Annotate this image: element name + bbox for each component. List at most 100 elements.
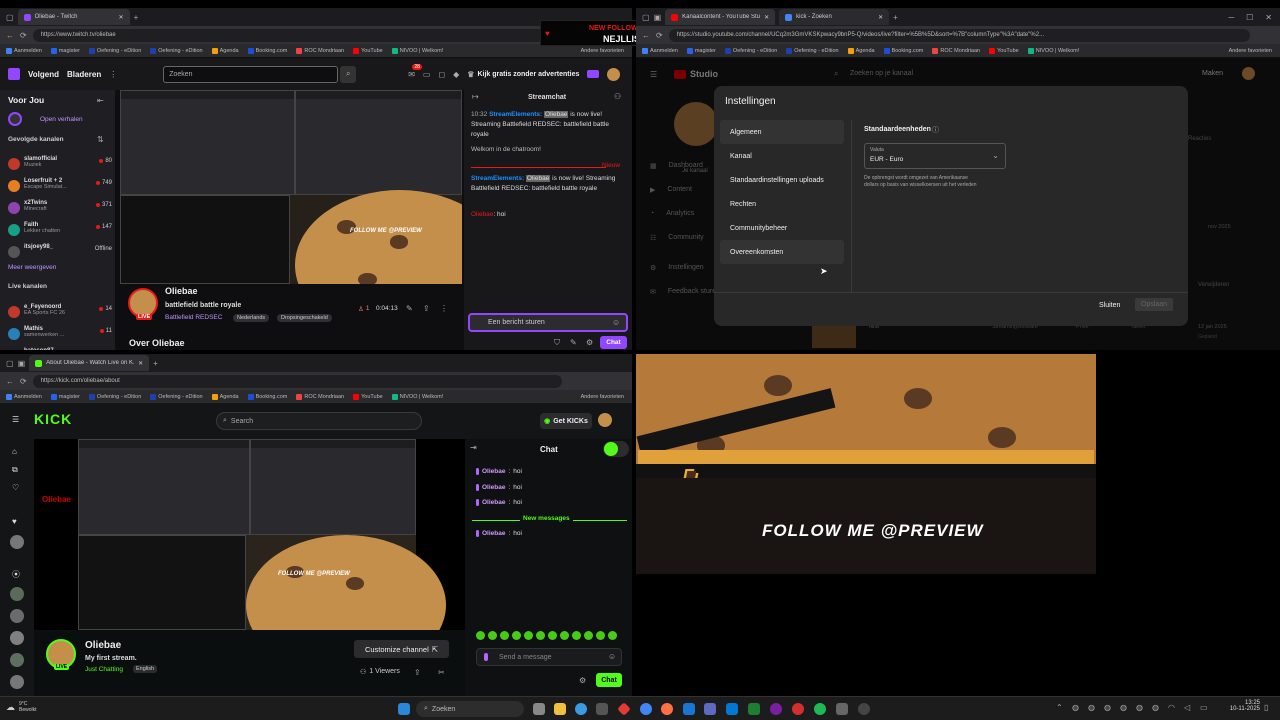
bookmark[interactable]: Agenda — [211, 393, 239, 400]
weather-widget[interactable]: ☁ 9°C Bewolkt — [6, 701, 45, 713]
browse-icon[interactable]: ⧉ — [12, 465, 18, 475]
studio-nav-item[interactable]: ◔ Analytics — [650, 210, 694, 217]
emote-icon[interactable] — [548, 631, 557, 640]
bookmark[interactable]: NIVOO | Welkom! — [1027, 47, 1079, 54]
teams-icon[interactable] — [704, 703, 716, 715]
reload-icon[interactable]: ⟳ — [20, 377, 27, 386]
kick-logo[interactable]: KICK — [34, 411, 72, 427]
emote-icon[interactable] — [488, 631, 497, 640]
chat-user[interactable]: Oliebae — [482, 484, 505, 491]
toggle[interactable] — [603, 441, 629, 457]
bookmark[interactable]: Oefening - eDition — [150, 393, 203, 400]
bookmark[interactable]: YouTube — [989, 47, 1019, 54]
video-player[interactable]: FOLLOW ME @PREVIEW Oliebae — [34, 439, 465, 630]
url-field[interactable]: https://studio.youtube.com/channel/UCq2m… — [668, 28, 1250, 42]
excel-icon[interactable] — [748, 703, 760, 715]
menu-icon[interactable]: ☰ — [650, 70, 657, 79]
emote-icon[interactable] — [584, 631, 593, 640]
new-tab-icon[interactable]: + — [153, 359, 158, 368]
edit-icon[interactable]: ✎ — [406, 304, 413, 313]
close-tab-icon[interactable]: ✕ — [138, 360, 143, 367]
language-tag[interactable]: English — [133, 665, 158, 673]
bits-icon[interactable]: ◆ — [453, 70, 459, 79]
followed-channel[interactable]: Loserfruit + 2 Escape Simulat... 749 — [8, 178, 112, 198]
tray-icon[interactable]: ◍ — [1120, 703, 1127, 712]
avatar[interactable] — [607, 67, 621, 81]
bookmark[interactable]: YouTube — [353, 393, 383, 400]
emote-icon[interactable] — [536, 631, 545, 640]
tab-search[interactable]: kick - Zoeken ✕ — [779, 9, 890, 25]
bookmark[interactable]: Oefening - eDition — [88, 393, 141, 400]
close-tab-icon[interactable]: ✕ — [764, 14, 769, 21]
studio-nav-item[interactable]: ▦ Dashboard — [650, 162, 703, 170]
window-icon[interactable]: ▢ — [642, 13, 650, 22]
wifi-icon[interactable]: ◠ — [1168, 703, 1175, 712]
url-field[interactable]: https://kick.com/oliebae/about — [32, 374, 562, 388]
file-explorer-icon[interactable] — [554, 703, 566, 715]
tray-icon[interactable]: ◍ — [1072, 703, 1079, 712]
emote-icon[interactable] — [596, 631, 605, 640]
tag-chip[interactable]: Dropsingeschakeld — [277, 314, 332, 322]
live-channel[interactable]: e_Feyenoord EA Sports FC 26 14 — [8, 304, 112, 324]
minimize-icon[interactable]: ─ — [1228, 13, 1234, 22]
app-icon[interactable] — [617, 702, 631, 716]
close-tab-icon[interactable]: ✕ — [878, 14, 883, 21]
help-icon[interactable]: ⓘ — [932, 125, 939, 135]
back-icon[interactable]: ← — [642, 31, 650, 40]
get-kicks-button[interactable]: ◉ Get KICKs — [540, 413, 592, 429]
bookmark[interactable]: Booking.com — [247, 47, 287, 54]
app-icon[interactable] — [683, 703, 695, 715]
avatar[interactable] — [10, 653, 24, 667]
tag-chip[interactable]: Nederlands — [233, 314, 270, 322]
reload-icon[interactable]: ⟳ — [20, 31, 27, 40]
back-icon[interactable]: ← — [6, 31, 14, 40]
emote-picker-icon[interactable]: ☺ — [608, 652, 616, 661]
channel-name[interactable]: Oliebae — [85, 640, 121, 651]
search-input[interactable]: Zoeken — [163, 65, 339, 83]
collapse-icon[interactable]: ⇤ — [97, 95, 104, 105]
bookmark[interactable]: NIVOO | Welkom! — [391, 393, 443, 400]
share-icon[interactable]: ⇪ — [423, 304, 430, 313]
bookmark[interactable]: Oefening - eDition — [88, 47, 141, 54]
clip-icon[interactable]: ✂ — [438, 668, 445, 677]
tab-youtube-studio[interactable]: Kanaalcontent - YouTube Studio ✕ — [665, 9, 776, 25]
users-icon[interactable]: ⚇ — [614, 92, 621, 101]
nav-browse[interactable]: Bladeren — [67, 70, 101, 79]
emote-icon[interactable] — [572, 631, 581, 640]
chat-user[interactable]: Oliebae — [482, 499, 505, 506]
currency-select[interactable]: Valuta EUR - Euro ⌄ — [864, 143, 1006, 169]
tray-icon[interactable]: ◍ — [1152, 703, 1159, 712]
bookmark[interactable]: magister — [50, 393, 80, 400]
bookmark[interactable]: NIVOO | Welkom! — [391, 47, 443, 54]
avatar[interactable] — [10, 609, 24, 623]
ad-free-button[interactable]: ♛ Kijk gratis zonder advertenties — [467, 70, 579, 79]
tab-twitch[interactable]: Oliebae - Twitch ✕ — [17, 9, 130, 25]
search-input[interactable]: ⌕ Search — [216, 412, 422, 430]
collapse-chat-icon[interactable]: ⇥ — [470, 443, 477, 452]
live-channel[interactable]: bateson87806 — [8, 348, 112, 350]
chat-send-button[interactable]: Chat — [600, 336, 627, 349]
chat-user[interactable]: Oliebae — [482, 468, 505, 475]
home-icon[interactable]: ⌂ — [12, 447, 17, 456]
studio-nav-item[interactable]: ✉ Feedback sturen — [650, 288, 720, 296]
stories-avatar[interactable] — [8, 112, 22, 126]
more-icon[interactable]: ⋮ — [440, 304, 448, 313]
tray-icon[interactable]: ◍ — [1104, 703, 1111, 712]
close-tab-icon[interactable]: ✕ — [119, 14, 124, 21]
bookmark[interactable]: ROC Mondriaan — [932, 47, 980, 54]
bookmark[interactable]: ROC Mondriaan — [296, 47, 344, 54]
settings-nav-item[interactable]: Standaardinstellingen uploads — [720, 168, 844, 192]
maximize-icon[interactable]: ☐ — [1246, 13, 1253, 22]
tray-chevron-icon[interactable]: ⌃ — [1056, 703, 1063, 712]
clock[interactable]: 13:25 10-11-2025 — [1214, 700, 1260, 712]
twitch-logo-icon[interactable] — [8, 68, 20, 80]
heart-icon[interactable]: ♥ — [12, 517, 17, 526]
avatar[interactable] — [598, 413, 612, 427]
app-icon[interactable] — [726, 703, 738, 715]
chat-input[interactable]: Send a message — [476, 648, 622, 666]
notifications-icon[interactable]: ✉ 28 — [408, 63, 422, 79]
prime-icon[interactable] — [587, 70, 600, 78]
customize-channel-button[interactable]: Customize channel ⇱ — [354, 640, 449, 658]
sort-icon[interactable]: ⇅ — [97, 134, 104, 144]
settings-nav-item[interactable]: Overeenkomsten — [720, 240, 844, 264]
